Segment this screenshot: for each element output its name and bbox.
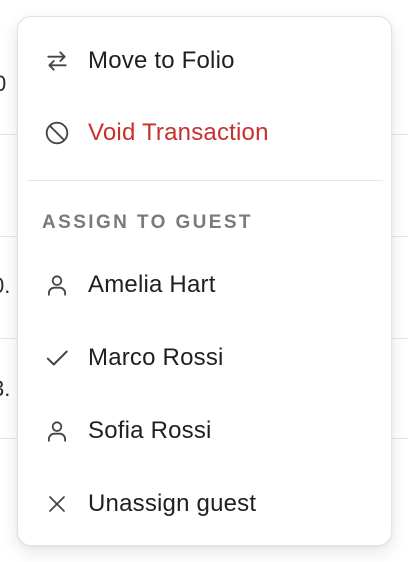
menu-item-move-to-folio[interactable]: Move to Folio — [18, 31, 391, 91]
menu-item-label: Sofia Rossi — [88, 417, 212, 444]
menu-item-void-transaction[interactable]: Void Transaction — [18, 103, 391, 163]
menu-item-label: Marco Rossi — [88, 344, 224, 371]
menu-item-guest-amelia-hart[interactable]: Amelia Hart — [18, 255, 391, 315]
x-icon — [44, 491, 70, 517]
table-cell-fragment: 0 — [0, 71, 7, 96]
arrows-left-right-icon — [44, 48, 70, 74]
table-cell-fragment: 3. — [0, 376, 11, 401]
menu-item-label: Void Transaction — [88, 119, 269, 146]
ban-icon — [44, 120, 70, 146]
menu-item-label: Unassign guest — [88, 490, 257, 517]
table-cell-fragment: 0. — [0, 273, 11, 298]
menu-item-label: Move to Folio — [88, 47, 235, 74]
check-icon — [44, 345, 70, 371]
section-title: ASSIGN TO GUEST — [42, 212, 253, 233]
user-icon — [44, 272, 70, 298]
menu-item-label: Amelia Hart — [88, 271, 216, 298]
menu-item-unassign-guest[interactable]: Unassign guest — [18, 474, 391, 534]
context-menu: Move to Folio Void Transaction ASSIGN TO… — [17, 16, 392, 546]
menu-item-guest-marco-rossi[interactable]: Marco Rossi — [18, 328, 391, 388]
user-icon — [44, 418, 70, 444]
menu-divider — [27, 180, 383, 181]
menu-item-guest-sofia-rossi[interactable]: Sofia Rossi — [18, 401, 391, 461]
